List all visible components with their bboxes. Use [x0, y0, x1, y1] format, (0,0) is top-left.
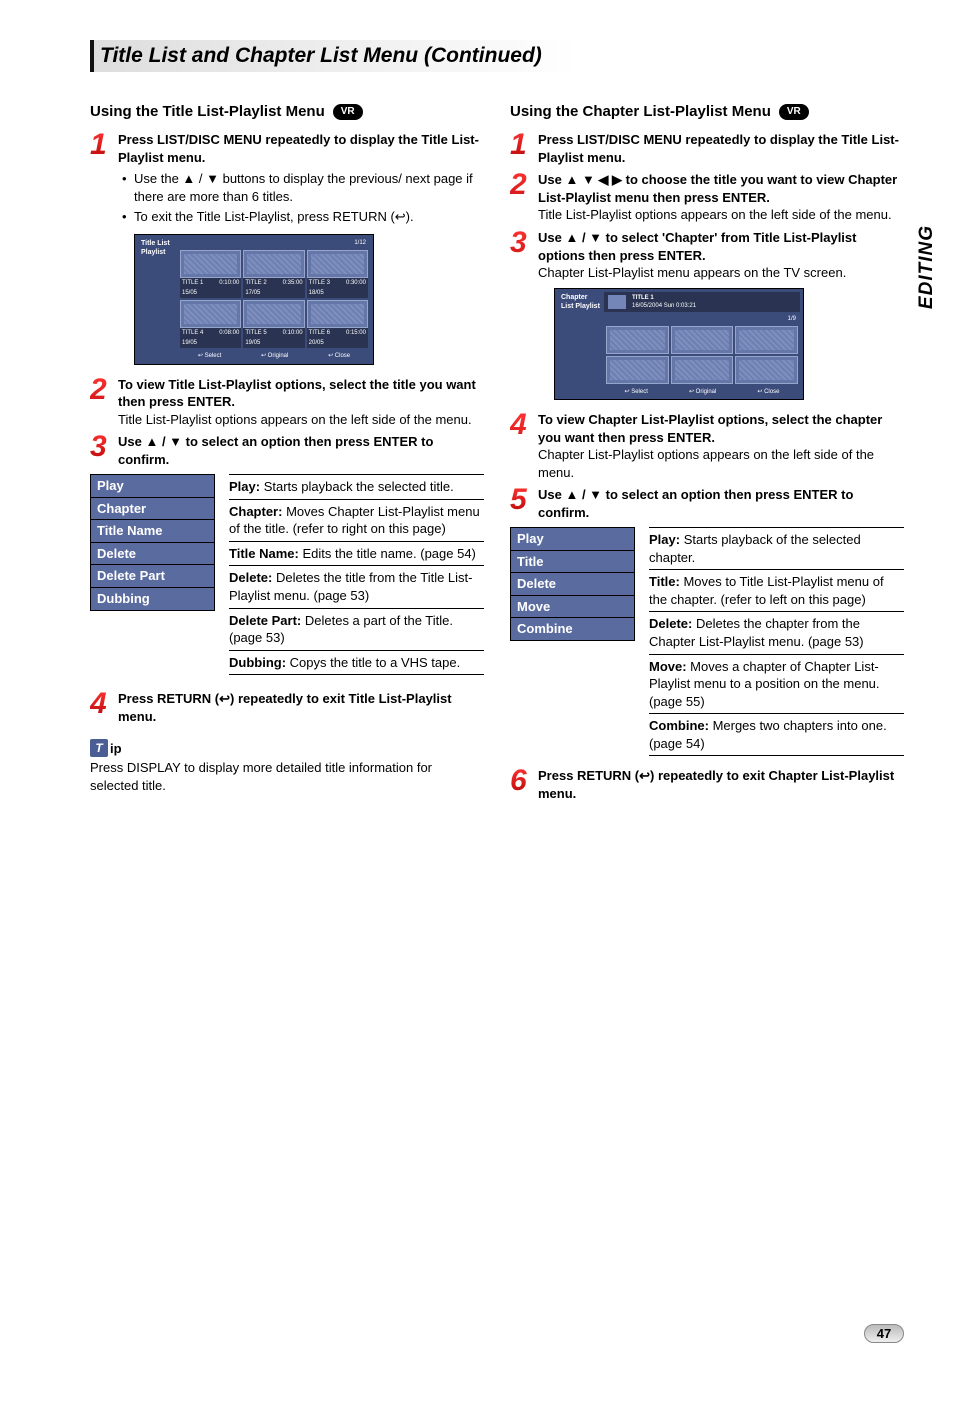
step-number-2: 2 [90, 375, 112, 429]
osd2-foot-select: Select [625, 388, 648, 396]
left-options: Play Chapter Title Name Delete Delete Pa… [90, 474, 215, 675]
step-number-5: 5 [510, 485, 532, 521]
r-step-3-body: Chapter List-Playlist menu appears on th… [538, 265, 846, 280]
right-section-title-text: Using the Chapter List-Playlist Menu [510, 102, 771, 122]
left-column: Using the Title List-Playlist Menu VR 1 … [90, 102, 484, 804]
opt-delete: Delete [510, 572, 635, 595]
r-step-3: 3 Use ▲ / ▼ to select 'Chapter' from Tit… [510, 228, 904, 282]
r-step-2-bold: Use ▲ ▼ ◀ ▶ to choose the title you want… [538, 172, 897, 205]
tip-icon: T [90, 739, 108, 757]
r-step-4: 4 To view Chapter List-Playlist options,… [510, 410, 904, 481]
vr-badge: VR [779, 104, 809, 120]
step-2: 2 To view Title List-Playlist options, s… [90, 375, 484, 429]
tip-heading: T ip [90, 739, 484, 757]
step-4: 4 Press RETURN (↩) repeatedly to exit Ti… [90, 689, 484, 725]
opt-play: Play [510, 527, 635, 550]
osd2-foot-original: Original [689, 388, 716, 396]
page-number: 47 [864, 1324, 904, 1343]
osd-thumb [180, 250, 241, 278]
osd-foot-original: Original [261, 352, 288, 360]
side-tab-editing: EDITING [916, 225, 938, 309]
opt-title: Title [510, 550, 635, 573]
step-4-bold: Press RETURN (↩) repeatedly to exit Titl… [118, 691, 452, 724]
osd-thumb [671, 326, 734, 354]
opt-dubbing: Dubbing [90, 587, 215, 611]
step-1-text: Press LIST/DISC MENU repeatedly to displ… [118, 132, 479, 165]
r-step-1: 1 Press LIST/DISC MENU repeatedly to dis… [510, 130, 904, 166]
title-list-osd: Title List Playlist 1/12 TITLE 10:10:001… [134, 234, 374, 365]
step-number-1: 1 [90, 130, 112, 166]
opt-delete-part: Delete Part [90, 564, 215, 587]
osd-foot-close: Close [328, 352, 350, 360]
r-step-6-bold: Press RETURN (↩) repeatedly to exit Chap… [538, 768, 894, 801]
tip-body: Press DISPLAY to display more detailed t… [90, 759, 484, 794]
osd2-foot-close: Close [757, 388, 779, 396]
osd-thumb [243, 250, 304, 278]
r-step-2: 2 Use ▲ ▼ ◀ ▶ to choose the title you wa… [510, 170, 904, 224]
osd-header: Title List Playlist [138, 238, 178, 361]
r-step-3-bold: Use ▲ / ▼ to select 'Chapter' from Title… [538, 230, 856, 263]
step-number-1: 1 [510, 130, 532, 166]
osd-thumb [180, 300, 241, 328]
osd-thumb [307, 250, 368, 278]
opt-chapter: Chapter [90, 497, 215, 520]
osd-thumb [307, 300, 368, 328]
osd-thumb [735, 356, 798, 384]
r-step-5-bold: Use ▲ / ▼ to select an option then press… [538, 487, 853, 520]
opt-move: Move [510, 595, 635, 618]
osd-page: 1/12 [178, 238, 370, 248]
r-step-4-body: Chapter List-Playlist options appears on… [538, 447, 874, 480]
r-step-1-bold: Press LIST/DISC MENU repeatedly to displ… [538, 132, 899, 165]
osd-thumb [671, 356, 734, 384]
opt-combine: Combine [510, 617, 635, 641]
right-descriptions: Play: Starts playback of the selected ch… [649, 527, 904, 756]
step-2-bold: To view Title List-Playlist options, sel… [118, 377, 476, 410]
main-title-bar: Title List and Chapter List Menu (Contin… [90, 40, 904, 72]
chapter-list-osd: Chapter List Playlist TITLE 116/05/2004 … [554, 288, 804, 400]
step-3: 3 Use ▲ / ▼ to select an option then pre… [90, 432, 484, 468]
osd-foot-select: Select [198, 352, 221, 360]
r-step-5: 5 Use ▲ / ▼ to select an option then pre… [510, 485, 904, 521]
bullet-prev-next: Use the ▲ / ▼ buttons to display the pre… [124, 170, 484, 205]
step-number-4: 4 [90, 689, 112, 725]
step-1: 1 Press LIST/DISC MENU repeatedly to dis… [90, 130, 484, 166]
vr-badge: VR [333, 104, 363, 120]
opt-play: Play [90, 474, 215, 497]
step-number-6: 6 [510, 766, 532, 802]
bullet-exit: To exit the Title List-Playlist, press R… [124, 208, 484, 226]
left-section-title-text: Using the Title List-Playlist Menu [90, 102, 325, 122]
osd-thumb [243, 300, 304, 328]
step-1-bullets: Use the ▲ / ▼ buttons to display the pre… [124, 170, 484, 226]
osd2-header: Chapter List Playlist [558, 292, 604, 396]
right-column: Using the Chapter List-Playlist Menu VR … [510, 102, 904, 804]
step-number-3: 3 [90, 432, 112, 468]
r-step-6: 6 Press RETURN (↩) repeatedly to exit Ch… [510, 766, 904, 802]
r-step-4-bold: To view Chapter List-Playlist options, s… [538, 412, 882, 445]
step-number-2: 2 [510, 170, 532, 224]
step-number-3: 3 [510, 228, 532, 282]
osd2-thumb-icon [608, 295, 626, 309]
opt-delete: Delete [90, 542, 215, 565]
left-descriptions: Play: Starts playback the selected title… [229, 474, 484, 675]
step-2-body: Title List-Playlist options appears on t… [118, 412, 472, 427]
right-section-title: Using the Chapter List-Playlist Menu VR [510, 102, 904, 122]
osd-thumb [606, 356, 669, 384]
step-3-bold: Use ▲ / ▼ to select an option then press… [118, 434, 433, 467]
opt-title-name: Title Name [90, 519, 215, 542]
right-options: Play Title Delete Move Combine [510, 527, 635, 756]
left-section-title: Using the Title List-Playlist Menu VR [90, 102, 484, 122]
osd-thumb [606, 326, 669, 354]
osd-thumb [735, 326, 798, 354]
osd2-page: 1/9 [604, 314, 800, 324]
main-title: Title List and Chapter List Menu (Contin… [100, 44, 894, 68]
r-step-2-body: Title List-Playlist options appears on t… [538, 207, 892, 222]
step-number-4: 4 [510, 410, 532, 481]
tip-label: ip [110, 740, 122, 758]
